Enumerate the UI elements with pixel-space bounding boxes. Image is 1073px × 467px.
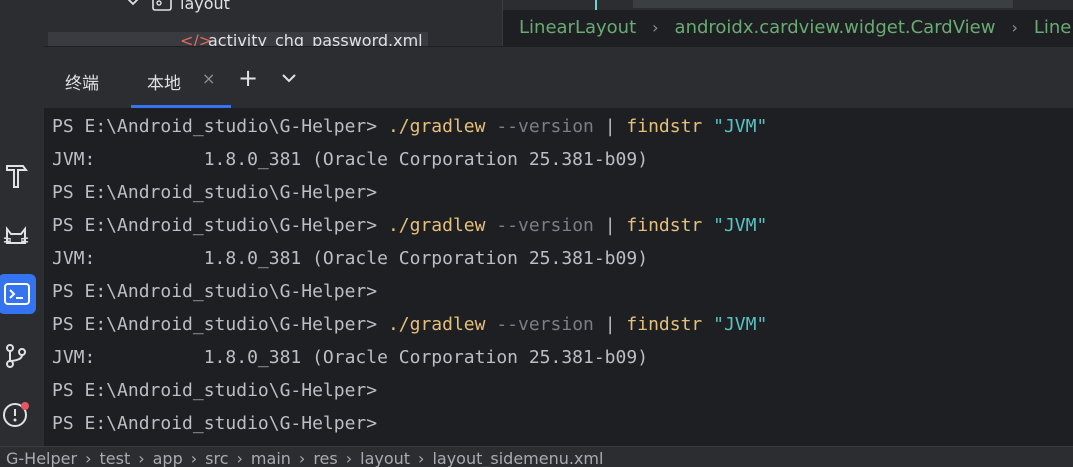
path-item[interactable]: src: [205, 449, 228, 467]
terminal-line: PS E:\Android_studio\G-Helper>: [52, 380, 378, 401]
pipe: |: [604, 116, 627, 137]
command: ./gradlew: [387, 215, 486, 236]
terminal-line: JVM: 1.8.0_381 (Oracle Corporation 25.38…: [52, 248, 649, 269]
pipe: |: [604, 215, 627, 236]
breadcrumb: LinearLayout › androidx.cardview.widget.…: [519, 17, 1071, 38]
chevron-right-icon: ›: [138, 449, 145, 467]
terminal-line: JVM: 1.8.0_381 (Oracle Corporation 25.38…: [52, 149, 649, 170]
chevron-right-icon: ›: [345, 449, 353, 467]
terminal-tab-bar: 终端 本地 × +: [44, 46, 1073, 109]
chevron-down-icon[interactable]: [126, 0, 140, 13]
chevron-down-icon[interactable]: [280, 69, 298, 91]
tree-file-label[interactable]: activity_chg_password.xml: [208, 31, 423, 46]
chevron-right-icon: ›: [652, 18, 659, 37]
terminal-output[interactable]: PS E:\Android_studio\G-Helper> ./gradlew…: [44, 108, 1073, 446]
breadcrumb-item[interactable]: Line: [1034, 17, 1072, 38]
string-arg: "JVM": [702, 314, 768, 335]
chevron-right-icon: ›: [1011, 18, 1018, 37]
tool-window-strip: [0, 0, 44, 466]
path-item[interactable]: G-Helper: [6, 449, 77, 467]
scroll-thumb[interactable]: [633, 0, 1013, 8]
tab-label: 本地: [147, 74, 181, 94]
chevron-right-icon: ›: [298, 449, 306, 467]
command: findstr: [626, 314, 703, 335]
navigation-path: G-Helper › test › app › src › main › res › lay…: [6, 449, 603, 467]
pipe: |: [604, 314, 627, 335]
command: findstr: [626, 215, 703, 236]
terminal-line: PS E:\Android_studio\G-Helper>: [52, 413, 378, 434]
chevron-right-icon: ›: [190, 449, 198, 467]
folder-icon: [152, 0, 172, 16]
add-tab-icon[interactable]: +: [238, 64, 258, 92]
terminal-line: PS E:\Android_studio\G-Helper> ./gradlew…: [52, 308, 767, 341]
cat-icon[interactable]: [0, 221, 32, 253]
command: findstr: [626, 116, 703, 137]
terminal-panel-title: 终端: [65, 74, 99, 94]
close-icon[interactable]: ×: [202, 69, 215, 88]
command: ./gradlew: [387, 116, 486, 137]
chevron-right-icon: ›: [236, 449, 243, 467]
chevron-right-icon: ›: [418, 449, 425, 467]
breadcrumb-item[interactable]: androidx.cardview.widget.CardView: [675, 17, 996, 38]
prompt: PS E:\Android_studio\G-Helper>: [52, 215, 388, 236]
chevron-right-icon: ›: [85, 449, 92, 467]
path-item[interactable]: test: [99, 449, 130, 467]
terminal-line: PS E:\Android_studio\G-Helper>: [52, 281, 378, 302]
problems-icon[interactable]: [0, 398, 32, 430]
option: --version: [485, 116, 605, 137]
option: --version: [485, 314, 605, 335]
path-item[interactable]: res: [313, 449, 337, 467]
project-tree: layout </> activity_chg_password.xml: [44, 0, 502, 46]
terminal-line: PS E:\Android_studio\G-Helper> ./gradlew…: [52, 209, 767, 242]
path-item[interactable]: layout_sidemenu.xml: [432, 449, 603, 467]
editor-breadcrumb-area: LinearLayout › androidx.cardview.widget.…: [502, 0, 1073, 46]
path-item[interactable]: layout: [360, 449, 410, 467]
breadcrumb-item[interactable]: LinearLayout: [519, 17, 636, 38]
prompt: PS E:\Android_studio\G-Helper>: [52, 314, 388, 335]
string-arg: "JVM": [702, 215, 768, 236]
command: ./gradlew: [387, 314, 486, 335]
caret-marker: [595, 0, 597, 10]
terminal-line: PS E:\Android_studio\G-Helper> ./gradlew…: [52, 110, 767, 143]
path-item[interactable]: app: [153, 449, 183, 467]
string-arg: "JVM": [702, 116, 768, 137]
terminal-icon[interactable]: [0, 274, 36, 314]
terminal-line: PS E:\Android_studio\G-Helper>: [52, 182, 378, 203]
terminal-line: JVM: 1.8.0_381 (Oracle Corporation 25.38…: [52, 347, 649, 368]
option: --version: [485, 215, 605, 236]
status-bar: G-Helper › test › app › src › main › res › lay…: [0, 446, 1073, 467]
prompt: PS E:\Android_studio\G-Helper>: [52, 116, 388, 137]
editor-scroll-area: [503, 0, 1073, 10]
git-branch-icon[interactable]: [0, 340, 32, 372]
tree-folder-label[interactable]: layout: [180, 0, 230, 13]
path-item[interactable]: main: [251, 449, 291, 467]
hammer-icon[interactable]: [0, 160, 32, 192]
tab-local[interactable]: 本地 ×: [131, 47, 231, 108]
